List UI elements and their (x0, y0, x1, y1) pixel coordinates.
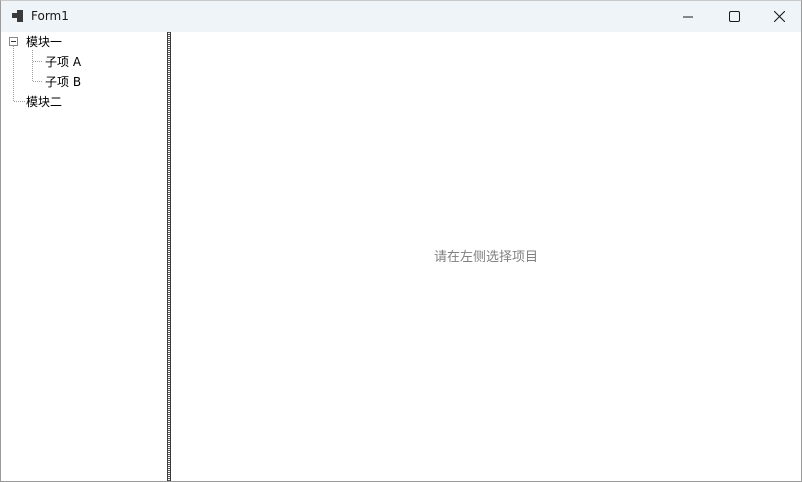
collapse-icon[interactable] (9, 37, 18, 46)
close-button[interactable] (756, 1, 801, 32)
placeholder-label: 请在左侧选择项目 (433, 250, 538, 265)
tree-node-module-1[interactable]: 模块一 (26, 34, 62, 50)
maximize-icon (728, 11, 740, 22)
tree-node-child-a[interactable]: 子项 A (45, 54, 81, 70)
minimize-button[interactable] (665, 1, 711, 32)
window-title: Form1 (31, 9, 69, 23)
content-panel: 请在左侧选择项目 (171, 32, 801, 481)
title-bar[interactable]: Form1 (1, 1, 801, 32)
app-icon (12, 10, 23, 22)
tree-node-module-2[interactable]: 模块二 (26, 94, 62, 110)
minimize-icon (683, 16, 693, 17)
maximize-button[interactable] (711, 1, 757, 32)
main-window: Form1 模块一 子项 A 子项 B 模块二 请在左侧选择项目 (0, 0, 802, 482)
tree-node-child-b[interactable]: 子项 B (45, 74, 81, 90)
tree-view[interactable]: 模块一 子项 A 子项 B 模块二 (1, 32, 167, 481)
close-icon (773, 11, 785, 22)
